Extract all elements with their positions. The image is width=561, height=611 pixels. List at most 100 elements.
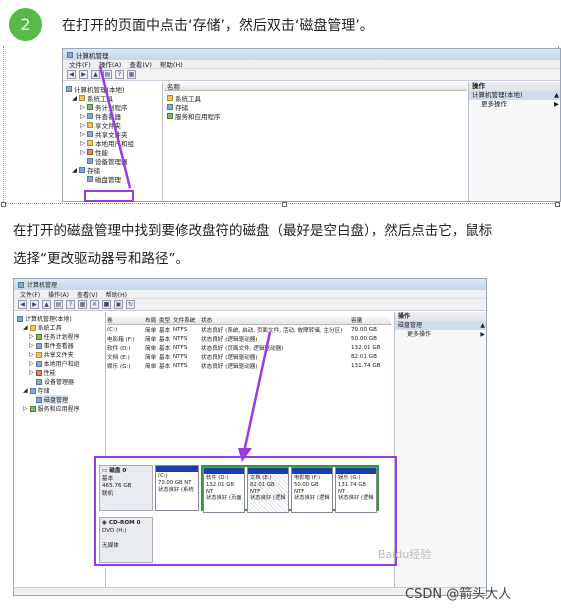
tree-label: 任务计划程序 xyxy=(43,334,80,341)
toolbar: ◀ ▶ ▲ ▤ ? ▦ ✕ ■ ▣ ↻ xyxy=(14,299,486,311)
tree-item-task-scheduler[interactable]: ▷ 任务计划程序 xyxy=(29,332,80,341)
menu-view[interactable]: 查看(V) xyxy=(77,290,98,299)
column-header[interactable]: 卷 xyxy=(107,316,145,324)
cell: 简单 xyxy=(145,336,157,343)
computer-icon xyxy=(17,315,23,322)
cell: 文档 (E:) xyxy=(107,354,130,361)
column-header[interactable]: 状态 xyxy=(201,316,351,324)
column-header[interactable]: 容量 xyxy=(351,316,387,324)
computer-icon xyxy=(18,281,24,288)
tools-icon xyxy=(29,324,36,331)
pointer-arrow xyxy=(98,65,132,189)
window-title: 计算机管理 xyxy=(76,51,109,60)
tree-label: 系统工具 xyxy=(37,325,62,332)
tree-item-performance[interactable]: ▷ 性能 xyxy=(29,368,56,377)
cell: 131.74 GB xyxy=(351,362,381,369)
save-icon[interactable]: ■ xyxy=(102,300,111,309)
collapse-icon: ▲ xyxy=(554,91,559,99)
action-label: 更多操作 xyxy=(481,100,507,108)
step-instruction: 在打开的页面中点击‘存储’，然后双击‘磁盘管理’。 xyxy=(62,18,374,34)
cell: 70.00 GB xyxy=(351,326,377,333)
cell: 简单 xyxy=(145,354,157,361)
actions-selected[interactable]: 磁盘管理 ▲ xyxy=(395,321,486,330)
menu-action[interactable]: 操作(A) xyxy=(48,290,69,299)
storage-icon xyxy=(29,387,36,394)
tree-label: 服务和应用程序 xyxy=(37,406,80,413)
more-actions[interactable]: 更多操作 ▶ xyxy=(395,330,486,339)
more-actions[interactable]: 更多操作 ▶ xyxy=(469,100,560,109)
users-icon xyxy=(35,360,42,367)
column-header[interactable]: 布局 xyxy=(145,316,159,324)
step-number-badge: 2 xyxy=(9,8,42,41)
submenu-arrow-icon: ▶ xyxy=(480,331,485,338)
menu-file[interactable]: 文件(F) xyxy=(20,290,40,299)
tree-label: 共享文件夹 xyxy=(43,352,74,359)
tree-item-event-viewer[interactable]: ▷ 事件查看器 xyxy=(29,341,74,350)
back-icon[interactable]: ◀ xyxy=(18,300,27,309)
services-icon xyxy=(29,405,36,412)
cell: 电影箱 (F:) xyxy=(107,336,135,343)
highlight-disk-panel xyxy=(94,456,397,566)
cell: 娱乐 (G:) xyxy=(107,363,131,370)
actions-header: 操作 xyxy=(395,312,486,321)
tree-root[interactable]: 计算机管理(本地) xyxy=(17,314,72,323)
action-label: 计算机管理(本地) xyxy=(472,91,523,99)
resize-handle[interactable] xyxy=(555,202,560,207)
cell: NTFS xyxy=(173,362,188,369)
name-column-header[interactable]: 名称 xyxy=(164,82,467,91)
cell: 简单 xyxy=(145,327,157,334)
delete-icon[interactable]: ✕ xyxy=(90,300,99,309)
cell: 基本 xyxy=(159,354,171,361)
cell: 基本 xyxy=(159,363,171,370)
refresh-icon[interactable]: ↻ xyxy=(126,300,135,309)
computer-icon xyxy=(67,51,73,58)
tree-label: 设备管理器 xyxy=(44,379,75,386)
actions-header: 操作 xyxy=(469,82,560,91)
csdn-credit: CSDN @箭头大人 xyxy=(405,587,512,602)
window-title: 计算机管理 xyxy=(27,282,58,289)
tree-label: 存储 xyxy=(37,388,50,395)
cell: NTFS xyxy=(173,344,188,351)
cell: 基本 xyxy=(159,345,171,352)
actions-pane: 操作 计算机管理(本地) ▲ 更多操作 ▶ xyxy=(468,82,560,201)
clock-icon xyxy=(35,333,42,340)
show-tree-icon[interactable]: ▤ xyxy=(54,300,63,309)
column-header[interactable]: 类型 xyxy=(159,316,173,324)
window-titlebar: 计算机管理 xyxy=(14,279,486,290)
help-icon[interactable]: ? xyxy=(66,300,75,309)
performance-icon xyxy=(35,369,42,376)
cell: NTFS xyxy=(173,335,188,342)
up-icon[interactable]: ▲ xyxy=(42,300,51,309)
tree-label: 磁盘管理 xyxy=(44,397,69,404)
tree-label: 性能 xyxy=(43,370,56,377)
resize-handle[interactable] xyxy=(282,202,287,207)
cell: (C:) xyxy=(107,326,118,333)
tree-label: 计算机管理(本地) xyxy=(25,316,72,323)
open-icon[interactable]: ▣ xyxy=(114,300,123,309)
column-header[interactable]: 文件系统 xyxy=(173,316,201,324)
menu-help[interactable]: 帮助(H) xyxy=(106,290,127,299)
tree-item-local-users[interactable]: ▷ 本地用户和组 xyxy=(29,359,80,368)
tree-item-device-manager[interactable]: 设备管理器 xyxy=(36,377,74,386)
cell: 基本 xyxy=(159,327,171,334)
tree-item-storage[interactable]: ◢ 存储 xyxy=(23,386,50,395)
cell: 基本 xyxy=(159,336,171,343)
cell: 82.01 GB xyxy=(351,353,377,360)
actions-selected[interactable]: 计算机管理(本地) ▲ xyxy=(469,91,560,100)
baidu-watermark: Baidu经验 xyxy=(378,548,432,561)
cell: 软件 (D:) xyxy=(107,345,131,352)
forward-icon[interactable]: ▶ xyxy=(30,300,39,309)
tree-item-system-tools[interactable]: ◢ 系统工具 xyxy=(23,323,62,332)
properties-icon[interactable]: ▦ xyxy=(78,300,87,309)
action-label: 磁盘管理 xyxy=(398,322,423,329)
disk-icon xyxy=(36,396,42,403)
tree-item-disk-management[interactable]: 磁盘管理 xyxy=(36,395,69,404)
tree-item-services[interactable]: ▷ 服务和应用程序 xyxy=(23,404,80,413)
resize-handle[interactable] xyxy=(1,202,6,207)
event-icon xyxy=(35,342,42,349)
tree-item-shared-folders[interactable]: ▷ 共享文件夹 xyxy=(29,350,74,359)
cell: 50.00 GB xyxy=(351,335,377,342)
action-label: 更多操作 xyxy=(407,331,432,338)
instruction-line-1: 在打开的磁盘管理中找到要修改盘符的磁盘（最好是空白盘），然后点击它，鼠标 xyxy=(13,223,493,239)
instruction-line-2: 选择“更改驱动器号和路径”。 xyxy=(13,251,189,267)
